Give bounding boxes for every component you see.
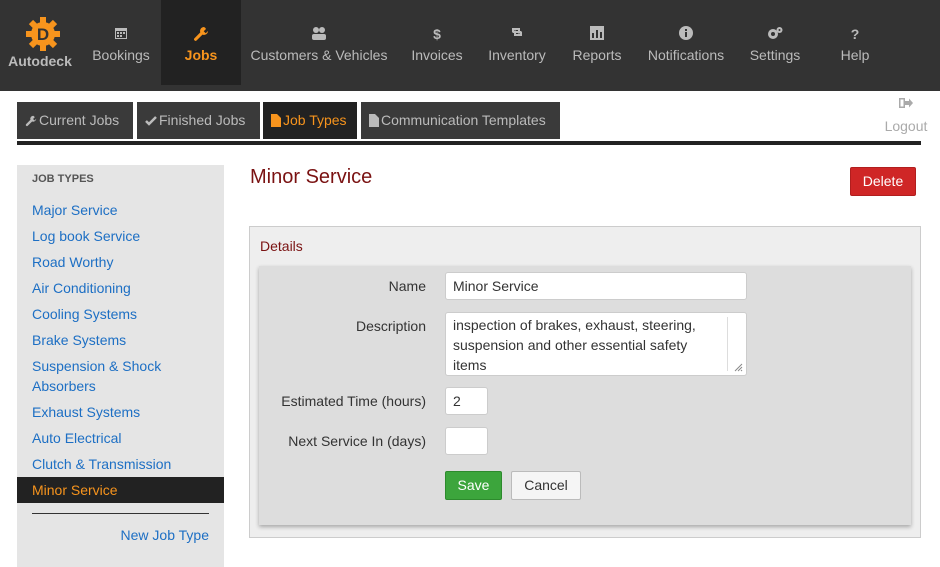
- brand-name: Autodeck: [8, 53, 72, 69]
- details-panel: Details Name Description inspection of b…: [249, 226, 921, 538]
- delete-button[interactable]: Delete: [850, 167, 916, 196]
- nav-invoices-label: Invoices: [411, 47, 463, 63]
- sidebar-item-minor-service[interactable]: Minor Service: [17, 477, 224, 503]
- sidebar-heading: JOB TYPES: [32, 173, 94, 185]
- sign-out-icon: [899, 98, 913, 108]
- sidebar-item-log-book-service[interactable]: Log book Service: [17, 226, 224, 246]
- job-types-sidebar: JOB TYPES Major Service Log book Service…: [17, 165, 224, 567]
- estimated-time-input[interactable]: [445, 387, 488, 415]
- nav-invoices[interactable]: $ Invoices: [402, 0, 472, 85]
- question-icon: ?: [850, 26, 860, 42]
- file-icon: [369, 114, 379, 127]
- tab-current-jobs-label: Current Jobs: [39, 112, 120, 128]
- nav-notifications[interactable]: Notifications: [640, 0, 732, 85]
- wrench-icon: [25, 115, 37, 127]
- tab-job-types[interactable]: Job Types: [263, 102, 357, 139]
- estimated-time-label: Estimated Time (hours): [281, 393, 426, 409]
- gear-logo-icon: D: [26, 17, 60, 51]
- nav-settings[interactable]: Settings: [740, 0, 810, 85]
- nav-inventory[interactable]: Inventory: [480, 0, 554, 85]
- name-label: Name: [388, 278, 426, 294]
- sidebar-item-auto-electrical[interactable]: Auto Electrical: [17, 428, 224, 448]
- nav-customers-vehicles[interactable]: Customers & Vehicles: [245, 0, 393, 85]
- details-form: Name Description inspection of brakes, e…: [259, 266, 911, 525]
- nav-bookings[interactable]: Bookings: [81, 0, 161, 85]
- nav-notifications-label: Notifications: [647, 47, 725, 63]
- nav-reports[interactable]: Reports: [562, 0, 632, 85]
- nav-jobs[interactable]: Jobs: [161, 0, 241, 85]
- tab-finished-jobs-label: Finished Jobs: [159, 112, 246, 128]
- check-icon: [145, 116, 157, 126]
- sidebar-item-clutch-transmission[interactable]: Clutch & Transmission: [17, 454, 224, 474]
- dollar-icon: $: [433, 26, 441, 42]
- tab-templates-label: Communication Templates: [381, 112, 546, 128]
- top-nav: D Autodeck Bookings Jobs Customers & Veh…: [0, 0, 940, 91]
- cancel-button[interactable]: Cancel: [511, 471, 581, 500]
- tab-communication-templates[interactable]: Communication Templates: [361, 102, 560, 139]
- tab-job-types-label: Job Types: [283, 112, 347, 128]
- sidebar-item-cooling-systems[interactable]: Cooling Systems: [17, 304, 224, 324]
- sidebar-item-major-service[interactable]: Major Service: [17, 200, 224, 220]
- new-job-type-link[interactable]: New Job Type: [121, 527, 209, 543]
- sidebar-item-road-worthy[interactable]: Road Worthy: [17, 252, 224, 272]
- chart-icon: [590, 26, 604, 40]
- resize-grip-icon[interactable]: [733, 362, 743, 372]
- calendar-icon: [115, 28, 127, 39]
- wrench-icon: [194, 27, 208, 41]
- nav-help[interactable]: ? Help: [820, 0, 890, 85]
- logo[interactable]: D Autodeck: [0, 0, 80, 91]
- logout-label: Logout: [884, 118, 928, 134]
- info-icon: [679, 26, 693, 40]
- sidebar-item-air-conditioning[interactable]: Air Conditioning: [17, 278, 224, 298]
- details-panel-title: Details: [260, 238, 303, 254]
- nav-inventory-label: Inventory: [488, 47, 546, 63]
- file-icon: [271, 114, 281, 127]
- cogs-icon: [768, 27, 783, 39]
- nav-customers-label: Customers & Vehicles: [250, 47, 388, 63]
- description-label: Description: [355, 318, 426, 334]
- tab-current-jobs[interactable]: Current Jobs: [17, 102, 133, 139]
- nav-help-label: Help: [840, 47, 870, 63]
- next-service-input[interactable]: [445, 427, 488, 455]
- save-button[interactable]: Save: [445, 471, 502, 500]
- users-icon: [312, 27, 326, 40]
- page-title: Minor Service: [250, 166, 373, 188]
- tab-finished-jobs[interactable]: Finished Jobs: [137, 102, 260, 139]
- sidebar-item-suspension-shock-absorbers[interactable]: Suspension & Shock Absorbers: [17, 356, 187, 396]
- description-text: inspection of brakes, exhaust, steering,…: [453, 317, 696, 373]
- next-service-label: Next Service In (days): [288, 433, 426, 449]
- tab-bar-divider: [17, 141, 921, 145]
- nav-reports-label: Reports: [572, 47, 622, 63]
- nav-bookings-label: Bookings: [92, 47, 150, 63]
- retweet-icon: [512, 28, 522, 36]
- svg-text:D: D: [37, 25, 49, 44]
- description-textarea[interactable]: inspection of brakes, exhaust, steering,…: [445, 312, 747, 376]
- sidebar-item-exhaust-systems[interactable]: Exhaust Systems: [17, 402, 224, 422]
- nav-jobs-label: Jobs: [184, 47, 218, 63]
- name-input[interactable]: [445, 272, 747, 300]
- nav-settings-label: Settings: [749, 47, 801, 63]
- sidebar-divider: [32, 513, 209, 514]
- logout-link[interactable]: Logout: [880, 96, 932, 134]
- sidebar-item-brake-systems[interactable]: Brake Systems: [17, 330, 224, 350]
